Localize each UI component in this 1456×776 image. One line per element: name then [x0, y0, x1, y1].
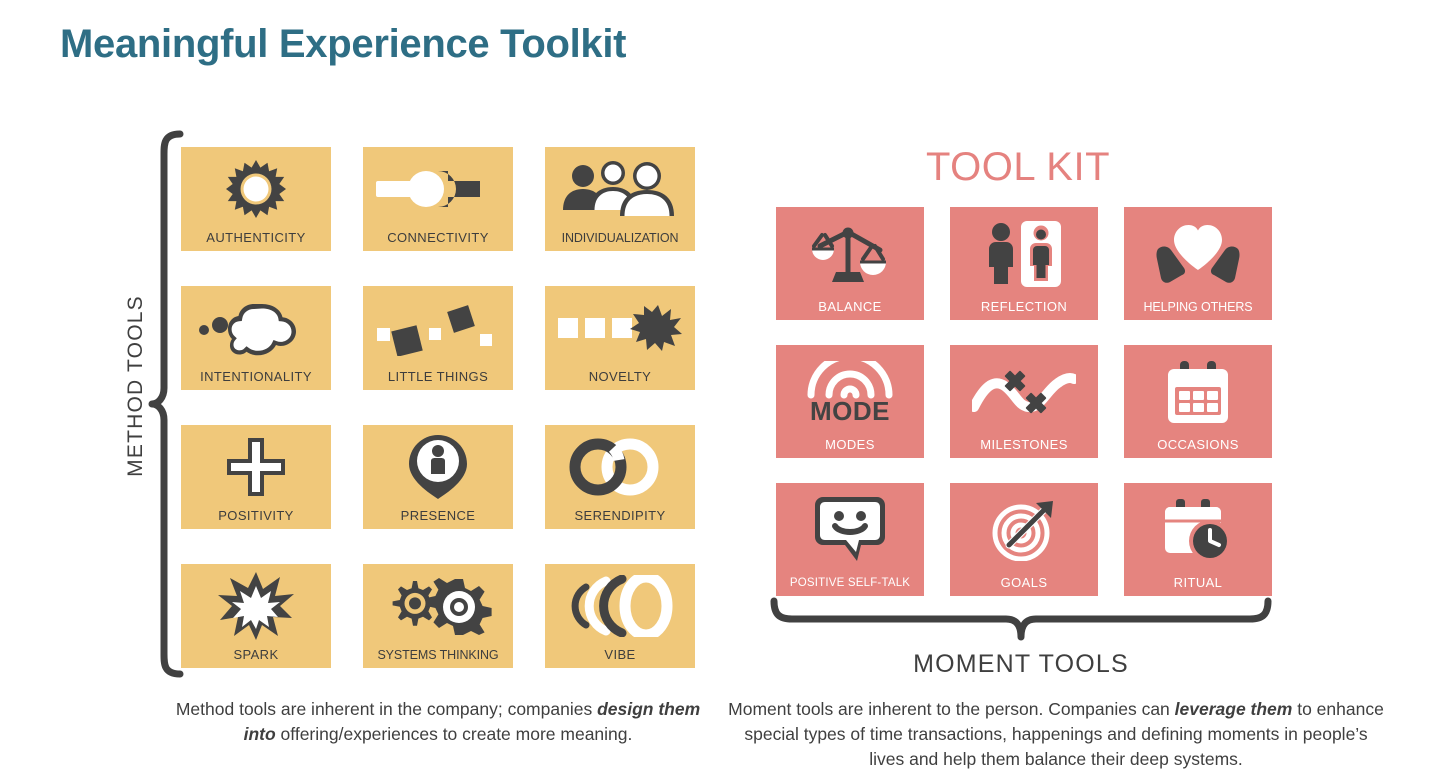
tile-label: GOALS — [1000, 575, 1048, 590]
path-with-x-marks-icon — [950, 349, 1098, 434]
tile-individualization[interactable]: INDIVIDUALIZATION — [545, 147, 695, 251]
moment-caption-part1: Moment tools are inherent to the person.… — [728, 699, 1175, 719]
tile-reflection[interactable]: REFLECTION — [950, 207, 1098, 320]
tile-balance[interactable]: BALANCE — [776, 207, 924, 320]
balance-scale-icon — [776, 211, 924, 296]
tile-goals[interactable]: GOALS — [950, 483, 1098, 596]
page-title: Meaningful Experience Toolkit — [60, 22, 627, 66]
tile-label: INDIVIDUALIZATION — [561, 230, 679, 245]
tile-label: SERENDIPITY — [574, 508, 666, 523]
tile-label: VIBE — [604, 647, 636, 662]
moment-tools-section: TOOL KIT BALANCE REFLECTION HELPING OTHE… — [770, 145, 1290, 705]
method-tools-caption: Method tools are inherent in the company… — [160, 697, 716, 747]
method-tools-brace — [148, 130, 184, 678]
thought-cloud-icon — [181, 290, 331, 366]
plus-cross-icon — [181, 429, 331, 505]
tile-label: MILESTONES — [980, 437, 1068, 452]
tile-positive-self-talk[interactable]: POSITIVE SELF-TALK — [776, 483, 924, 596]
tile-modes[interactable]: MODE MODES — [776, 345, 924, 458]
method-tools-axis-label: METHOD TOOLS — [124, 295, 147, 477]
plug-connector-icon — [363, 151, 513, 227]
sun-icon — [181, 151, 331, 227]
tile-label: REFLECTION — [980, 299, 1068, 314]
tile-serendipity[interactable]: SERENDIPITY — [545, 425, 695, 529]
tile-label: OCCASIONS — [1157, 437, 1239, 452]
tile-label: CONNECTIVITY — [387, 230, 489, 245]
toolkit-heading: TOOL KIT — [925, 145, 1111, 189]
tile-label: BALANCE — [818, 299, 882, 314]
method-tools-section: METHOD TOOLS AUTHENTICITY CONNECTIVITY I… — [96, 130, 716, 678]
tile-label: HELPING OTHERS — [1143, 299, 1253, 314]
smiley-speech-bubble-icon — [776, 487, 924, 572]
tile-label: AUTHENTICITY — [206, 230, 306, 245]
moment-tools-axis-label: MOMENT TOOLS — [913, 650, 1129, 678]
calendar-icon — [1124, 349, 1272, 434]
two-gears-icon — [363, 568, 513, 644]
starburst-icon — [181, 568, 331, 644]
tile-authenticity[interactable]: AUTHENTICITY — [181, 147, 331, 251]
tile-connectivity[interactable]: CONNECTIVITY — [363, 147, 513, 251]
tile-occasions[interactable]: OCCASIONS — [1124, 345, 1272, 458]
heart-in-hands-icon — [1124, 211, 1272, 296]
moment-tools-grid: BALANCE REFLECTION HELPING OTHERS MODE M… — [776, 207, 1272, 596]
tile-systems-thinking[interactable]: SYSTEMS THINKING — [363, 564, 513, 668]
tile-label: MODES — [825, 437, 875, 452]
sound-waves-icon — [545, 568, 695, 644]
tile-novelty[interactable]: NOVELTY — [545, 286, 695, 390]
tile-helping-others[interactable]: HELPING OTHERS — [1124, 207, 1272, 320]
squares-with-burst-icon — [545, 290, 695, 366]
tile-intentionality[interactable]: INTENTIONALITY — [181, 286, 331, 390]
tile-label: POSITIVITY — [218, 508, 294, 523]
tile-little-things[interactable]: LITTLE THINGS — [363, 286, 513, 390]
person-mirror-icon — [950, 211, 1098, 296]
method-caption-part1: Method tools are inherent in the company… — [175, 699, 598, 719]
tile-label: PRESENCE — [400, 508, 476, 523]
location-pin-person-icon — [363, 429, 513, 505]
mode-gauge-icon: MODE — [776, 349, 924, 434]
moment-tools-caption: Moment tools are inherent to the person.… — [726, 697, 1386, 772]
tile-label: SYSTEMS THINKING — [377, 647, 499, 662]
tile-milestones[interactable]: MILESTONES — [950, 345, 1098, 458]
calendar-clock-icon — [1124, 487, 1272, 572]
tile-spark[interactable]: SPARK — [181, 564, 331, 668]
three-people-icon — [545, 151, 695, 227]
tile-vibe[interactable]: VIBE — [545, 564, 695, 668]
tile-presence[interactable]: PRESENCE — [363, 425, 513, 529]
target-arrow-icon — [950, 487, 1098, 572]
tile-positivity[interactable]: POSITIVITY — [181, 425, 331, 529]
tile-label: LITTLE THINGS — [387, 369, 489, 384]
tile-label: INTENTIONALITY — [200, 369, 312, 384]
method-caption-part2: offering/experiences to create more mean… — [275, 723, 633, 744]
tile-label: POSITIVE SELF-TALK — [789, 576, 911, 589]
interlocking-rings-icon — [545, 429, 695, 505]
moment-caption-emphasis: leverage them — [1174, 699, 1293, 719]
svg-text:MODE: MODE — [810, 396, 890, 423]
method-tools-grid: AUTHENTICITY CONNECTIVITY INDIVIDUALIZAT… — [181, 147, 696, 668]
scattered-squares-icon — [363, 290, 513, 366]
tile-label: NOVELTY — [588, 369, 652, 384]
tile-ritual[interactable]: RITUAL — [1124, 483, 1272, 596]
tile-label: RITUAL — [1173, 575, 1223, 590]
tile-label: SPARK — [233, 647, 279, 662]
moment-tools-brace — [770, 597, 1272, 643]
